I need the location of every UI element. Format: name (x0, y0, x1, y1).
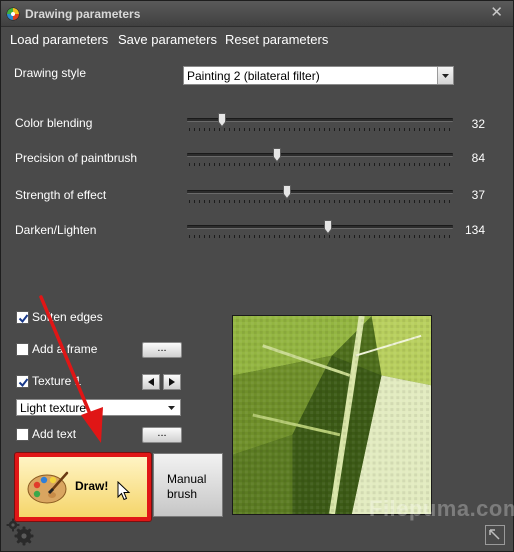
slider-ticks (189, 163, 451, 166)
texture-next-button[interactable] (163, 374, 181, 390)
text-options-button[interactable]: ... (142, 427, 182, 443)
slider-ticks (189, 235, 451, 238)
watermark-text: Filepuma.com (369, 496, 514, 521)
color-blending-label: Color blending (15, 116, 93, 130)
manual-brush-line2: brush (167, 487, 198, 501)
color-blending-slider[interactable] (187, 113, 453, 135)
drawing-style-select[interactable]: Painting 2 (bilateral filter) (183, 66, 454, 85)
menu-bar: Load parameters Save parameters Reset pa… (1, 28, 513, 52)
frame-options-button[interactable]: ... (142, 342, 182, 358)
soften-edges-checkbox[interactable] (16, 311, 29, 324)
slider-thumb[interactable] (273, 148, 282, 162)
manual-brush-line1: Manual (167, 472, 207, 486)
color-blending-value: 32 (471, 117, 485, 131)
slider-track (187, 118, 453, 122)
mouse-cursor-icon (117, 481, 131, 501)
manual-brush-label: Manual brush (167, 472, 206, 502)
drawing-parameters-window: Drawing parameters ✕ Load parameters Sav… (0, 0, 514, 552)
slider-ticks (189, 128, 451, 131)
texture-checkbox[interactable] (16, 375, 29, 388)
draw-button-label: Draw! (75, 479, 109, 493)
slider-thumb[interactable] (217, 113, 226, 127)
slider-thumb[interactable] (282, 185, 291, 199)
chevron-down-icon[interactable] (437, 67, 453, 84)
red-annotation-arrow (39, 295, 103, 443)
menu-load-parameters[interactable]: Load parameters (10, 32, 108, 47)
preview-image (232, 315, 432, 515)
darken-lighten-value: 134 (464, 223, 485, 237)
precision-slider[interactable] (187, 148, 453, 170)
darken-lighten-label: Darken/Lighten (15, 223, 97, 237)
strength-slider[interactable] (187, 185, 453, 207)
slider-track (187, 190, 453, 194)
precision-label: Precision of paintbrush (15, 151, 138, 165)
title-bar: Drawing parameters ✕ (1, 1, 513, 27)
gear-icon[interactable] (5, 517, 35, 547)
chevron-down-icon[interactable] (164, 400, 180, 415)
slider-thumb[interactable] (323, 220, 332, 234)
close-icon[interactable]: ✕ (490, 5, 503, 21)
darken-lighten-slider[interactable] (187, 220, 453, 242)
add-frame-checkbox[interactable] (16, 343, 29, 356)
menu-reset-parameters[interactable]: Reset parameters (225, 32, 328, 47)
window-title: Drawing parameters (25, 7, 141, 21)
strength-value: 37 (471, 188, 485, 202)
strength-label: Strength of effect (15, 188, 107, 202)
arrow-right-icon (169, 378, 175, 386)
manual-brush-button[interactable]: Manual brush (153, 453, 223, 517)
drawing-style-value: Painting 2 (bilateral filter) (187, 69, 320, 83)
add-text-checkbox[interactable] (16, 428, 29, 441)
slider-ticks (189, 200, 451, 203)
paint-palette-icon (27, 471, 69, 504)
slider-track (187, 225, 453, 229)
arrow-left-icon (148, 378, 154, 386)
precision-value: 84 (471, 151, 485, 165)
menu-save-parameters[interactable]: Save parameters (118, 32, 217, 47)
draw-button[interactable]: Draw! (15, 453, 151, 521)
drawing-style-label: Drawing style (14, 66, 87, 80)
app-logo-icon (6, 7, 20, 21)
slider-track (187, 153, 453, 157)
texture-prev-button[interactable] (142, 374, 160, 390)
expand-icon[interactable] (485, 525, 505, 545)
